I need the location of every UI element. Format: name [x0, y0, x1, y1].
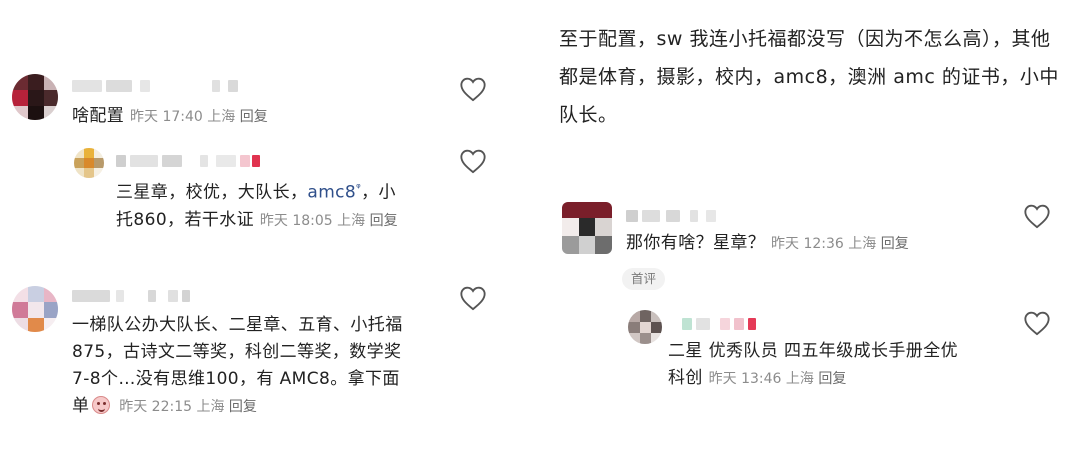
comment-body: 那你有啥？星章？ 昨天 12:36 上海 回复 [626, 230, 909, 258]
comment-text: 7-8个…没有思维100，有 AMC8。拿下面 [72, 369, 400, 389]
reply-button[interactable]: 回复 [240, 109, 268, 125]
reply-text: 三星章，校优，大队长， [116, 182, 308, 203]
comment-text: 875，古诗文二等奖，科创二等奖，数学奖 [72, 342, 402, 362]
avatar[interactable] [12, 286, 58, 332]
comment-time: 昨天 22:15 [119, 399, 193, 415]
quoted-post-text: 至于配置，sw 我连小托福都没写（因为不怎么高），其他都是体育，摄影，校内，am… [559, 28, 1059, 126]
comment-text: 啥配置 [72, 106, 125, 126]
comment-text: 那你有啥？星章？ [626, 233, 766, 253]
username-blurred[interactable] [116, 155, 266, 167]
comment-time: 昨天 17:40 [130, 109, 203, 125]
username-blurred[interactable] [72, 290, 202, 302]
reply-button[interactable]: 回复 [818, 371, 846, 387]
reply-body: 二星 优秀队员 四五年级成长手册全优 科创 昨天 13:46 上海 回复 [668, 338, 998, 393]
reply-time: 昨天 13:46 [708, 371, 782, 387]
username-blurred[interactable] [626, 210, 736, 222]
reply-text: ，小 [361, 182, 396, 203]
username-blurred[interactable] [668, 318, 768, 330]
avatar[interactable] [12, 74, 58, 120]
avatar[interactable] [562, 202, 612, 254]
comment-meta: 昨天 22:15 上海 回复 [119, 399, 257, 415]
reply-text: 二星 优秀队员 四五年级成长手册全优 [668, 341, 959, 361]
reply-button[interactable]: 回复 [370, 213, 398, 229]
reply-meta: 昨天 18:05 上海 回复 [260, 213, 398, 229]
comment-body: 一梯队公办大队长、二星章、五育、小托福 875，古诗文二等奖，科创二等奖，数学奖… [72, 312, 452, 421]
username-blurred[interactable] [72, 80, 242, 92]
reply-body: 三星章，校优，大队长，amc8ᵠ，小 托860，若干水证 昨天 18:05 上海… [116, 174, 446, 235]
heart-outline-icon[interactable] [459, 285, 487, 311]
left-comment-panel: 啥配置 昨天 17:40 上海 回复 三星章，校优，大队长，amc8ᵠ，小 托8… [0, 0, 540, 462]
heart-outline-icon[interactable] [459, 76, 487, 102]
comment-text: 一梯队公办大队长、二星章、五育、小托福 [72, 315, 403, 335]
first-comment-badge: 首评 [622, 268, 666, 290]
avatar[interactable] [74, 148, 104, 178]
grinning-face-emoji [92, 396, 111, 414]
reply-button[interactable]: 回复 [881, 236, 909, 252]
comment-time: 昨天 12:36 [771, 236, 844, 252]
reply-text: 科创 [668, 368, 703, 388]
mention-link[interactable]: amc8 [307, 183, 356, 203]
comment-body: 啥配置 昨天 17:40 上海 回复 [72, 103, 268, 131]
comment-meta: 昨天 12:36 上海 回复 [771, 236, 909, 252]
heart-outline-icon[interactable] [1023, 310, 1051, 336]
reply-location: 上海 [785, 371, 814, 387]
reply-location: 上海 [337, 212, 366, 229]
comment-text: 单 [72, 396, 90, 416]
avatar[interactable] [628, 310, 662, 344]
comment-meta: 昨天 17:40 上海 回复 [130, 109, 268, 125]
comment-location: 上海 [207, 109, 236, 125]
comment-location: 上海 [848, 236, 877, 252]
reply-button[interactable]: 回复 [229, 399, 257, 415]
heart-outline-icon[interactable] [459, 148, 487, 174]
comment-location: 上海 [196, 399, 225, 415]
heart-outline-icon[interactable] [1023, 203, 1051, 229]
right-comment-panel: 至于配置，sw 我连小托福都没写（因为不怎么高），其他都是体育，摄影，校内，am… [540, 0, 1080, 462]
reply-text: 托860，若干水证 [116, 209, 255, 230]
reply-meta: 昨天 13:46 上海 回复 [709, 371, 847, 387]
reply-time: 昨天 18:05 [259, 212, 333, 229]
